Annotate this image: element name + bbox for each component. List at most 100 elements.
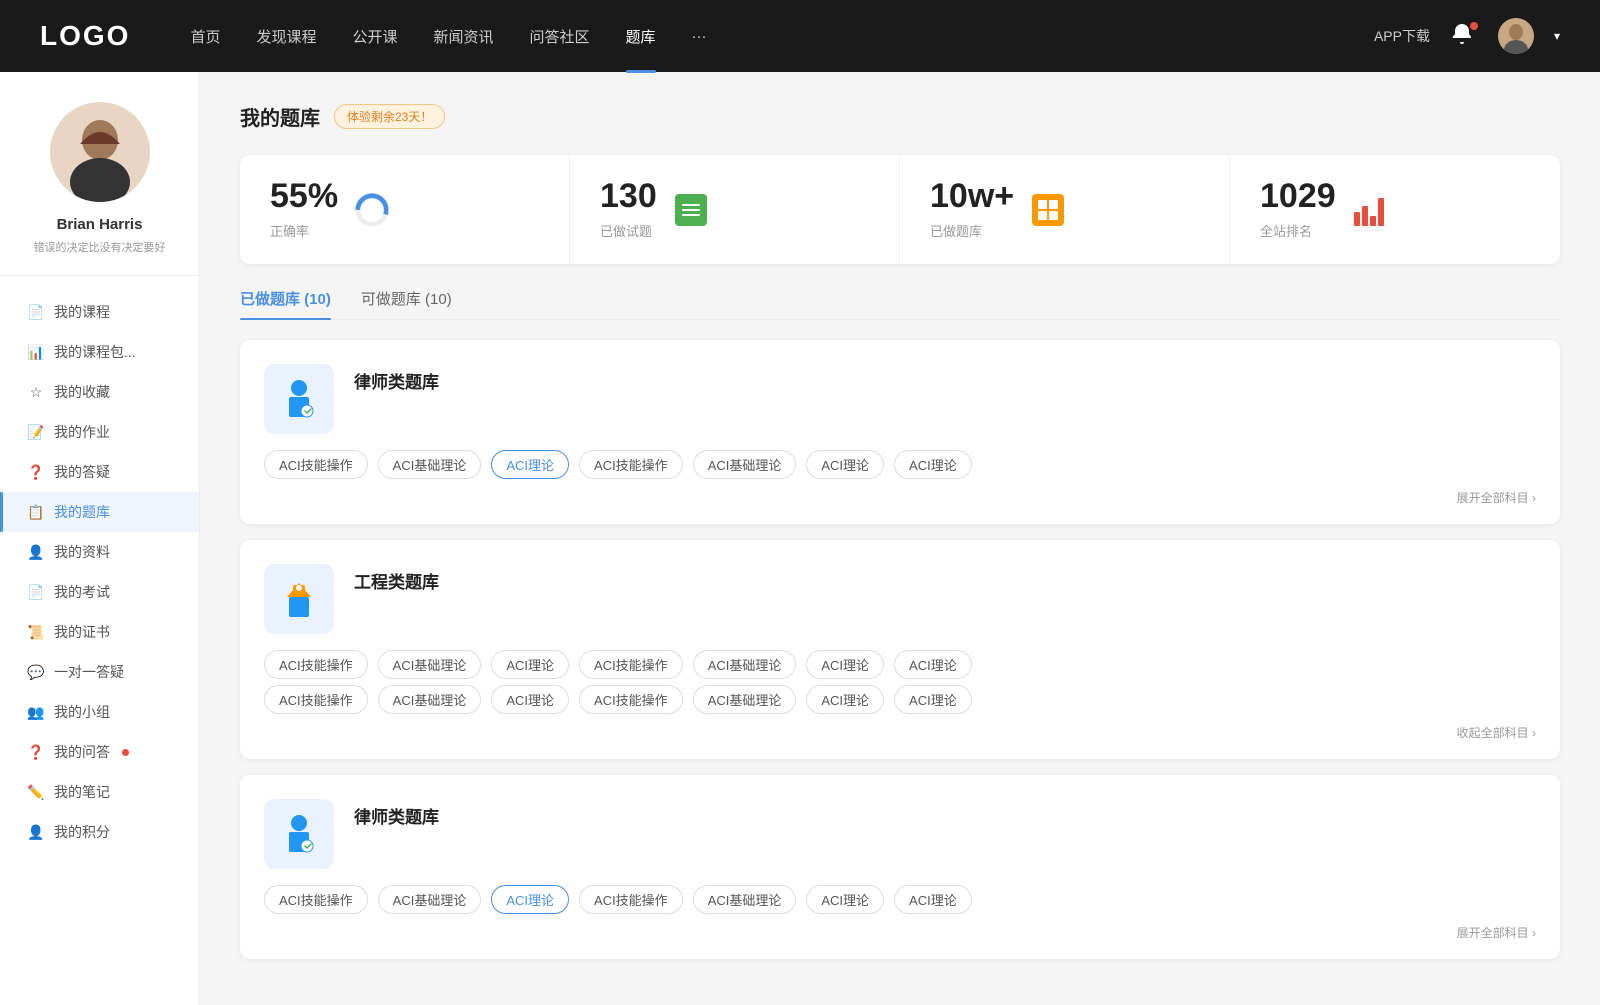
tag[interactable]: ACI理论 [894, 450, 972, 479]
topnav-menu-item[interactable]: 问答社区 [530, 22, 590, 51]
sidebar-item-label: 我的作业 [54, 422, 110, 442]
user-avatar[interactable] [1498, 18, 1534, 54]
sidebar-item[interactable]: ❓我的答疑 [0, 452, 199, 492]
tag[interactable]: ACI理论 [894, 885, 972, 914]
list-icon [675, 194, 707, 226]
topnav-menu-item[interactable]: 发现课程 [256, 22, 316, 51]
tag[interactable]: ACI理论 [491, 685, 569, 714]
tag[interactable]: ACI技能操作 [579, 450, 683, 479]
tag[interactable]: ACI基础理论 [378, 885, 482, 914]
qbank-icon-wrap [264, 564, 334, 634]
tag[interactable]: ACI理论 [806, 450, 884, 479]
tag[interactable]: ACI理论 [806, 650, 884, 679]
tag[interactable]: ACI基础理论 [378, 450, 482, 479]
tag[interactable]: ACI技能操作 [579, 650, 683, 679]
stat-card: 1029 全站排名 [1230, 155, 1560, 264]
engineer-icon [275, 575, 323, 623]
sidebar-item[interactable]: ❓我的问答 [0, 732, 199, 772]
tag[interactable]: ACI基础理论 [693, 685, 797, 714]
sidebar-item-label: 我的课程 [54, 302, 110, 322]
sidebar: Brian Harris 错误的决定比没有决定要好 📄 我的课程 📊我的课程包...… [0, 72, 200, 1005]
chart-icon [1354, 194, 1386, 226]
topnav-menu-item[interactable]: 公开课 [352, 22, 397, 51]
qbank-card: 律师类题库 ACI技能操作 ACI基础理论 ACI理论 ACI技能操作 ACI基础理论 A… [240, 775, 1560, 959]
sidebar-item-label: 我的课程包... [54, 342, 136, 362]
tag[interactable]: ACI技能操作 [264, 885, 368, 914]
tag[interactable]: ACI理论 [894, 685, 972, 714]
sidebar-item-label: 我的收藏 [54, 382, 110, 402]
sidebar-item-icon: 📝 [28, 424, 44, 440]
notification-dot [122, 749, 129, 756]
sidebar-item-icon: 👤 [28, 544, 44, 560]
sidebar-item-icon: 📋 [28, 504, 44, 520]
stat-card: 55% 正确率 [240, 155, 570, 264]
sidebar-item[interactable]: 📄 我的课程 [0, 292, 199, 332]
notification-bell[interactable] [1450, 22, 1478, 50]
expand-link[interactable]: 展开全部科目 › [264, 485, 1536, 508]
sidebar-item[interactable]: ☆我的收藏 [0, 372, 199, 412]
sidebar-item[interactable]: 📊我的课程包... [0, 332, 199, 372]
sidebar-item[interactable]: ✏️我的笔记 [0, 772, 199, 812]
sidebar-item[interactable]: 📜我的证书 [0, 612, 199, 652]
sidebar-item[interactable]: 📄我的考试 [0, 572, 199, 612]
tag[interactable]: ACI基础理论 [693, 650, 797, 679]
stat-text: 10w+ 已做题库 [930, 179, 1014, 240]
app-download-link[interactable]: APP下载 [1374, 26, 1430, 46]
topnav-menu-item[interactable]: ··· [692, 24, 707, 49]
sidebar-item-label: 我的证书 [54, 622, 110, 642]
topnav-menu-item[interactable]: 首页 [190, 22, 220, 51]
stat-icon [354, 192, 390, 228]
sidebar-item-label: 我的答疑 [54, 462, 110, 482]
expand-link[interactable]: 收起全部科目 › [264, 720, 1536, 743]
tag[interactable]: ACI技能操作 [264, 685, 368, 714]
tag[interactable]: ACI技能操作 [579, 885, 683, 914]
tag[interactable]: ACI技能操作 [264, 650, 368, 679]
user-dropdown-arrow[interactable]: ▾ [1554, 29, 1560, 43]
notification-dot [1470, 22, 1478, 30]
qbank-header: 工程类题库 [264, 564, 1536, 634]
tag[interactable]: ACI理论 [806, 685, 884, 714]
stat-label: 已做试题 [600, 221, 657, 240]
page-title-row: 我的题库 体验剩余23天！ [240, 102, 1560, 131]
tag[interactable]: ACI基础理论 [693, 885, 797, 914]
sidebar-menu: 📄我的课程📊我的课程包...☆我的收藏📝我的作业❓我的答疑📋我的题库👤我的资料📄… [0, 286, 199, 858]
topnav-menu-item[interactable]: 新闻资讯 [434, 22, 494, 51]
sidebar-item[interactable]: 📋我的题库 [0, 492, 199, 532]
tag[interactable]: ACI技能操作 [264, 450, 368, 479]
topnav-menu-item[interactable]: 题库 [626, 22, 656, 51]
qbank-info: 律师类题库 [354, 799, 439, 828]
tag[interactable]: ACI理论 [894, 650, 972, 679]
sidebar-item[interactable]: 👤我的积分 [0, 812, 199, 852]
stat-card: 10w+ 已做题库 [900, 155, 1230, 264]
tab-item[interactable]: 已做题库 (10) [240, 288, 331, 319]
stat-value: 55% [270, 179, 338, 213]
tag[interactable]: ACI技能操作 [579, 685, 683, 714]
sidebar-item[interactable]: 💬一对一答疑 [0, 652, 199, 692]
topnav-menu: 首页 发现课程 公开课 新闻资讯 问答社区 题库 ··· [190, 22, 1374, 51]
tag[interactable]: ACI理论 [491, 450, 569, 479]
qbanks-container: 律师类题库 ACI技能操作ACI基础理论ACI理论ACI技能操作ACI基础理论A… [240, 340, 1560, 959]
tab-item[interactable]: 可做题库 (10) [361, 288, 452, 319]
qbank-info: 律师类题库 [354, 364, 439, 393]
tag[interactable]: ACI基础理论 [378, 685, 482, 714]
sidebar-item[interactable]: 📝 我的作业 [0, 412, 199, 452]
stat-label: 正确率 [270, 221, 338, 240]
sidebar-item-icon: 💬 [28, 664, 44, 680]
tags-row: ACI技能操作 ACI基础理论 ACI理论 ACI技能操作 ACI基础理论 ACI理论 AC… [264, 650, 1536, 679]
tags-second-row: ACI技能操作 ACI基础理论 ACI理论 ACI技能操作 ACI基础理论 ACI理论 AC… [264, 685, 1536, 714]
sidebar-item[interactable]: 👤我的资料 [0, 532, 199, 572]
qbank-icon-wrap [264, 364, 334, 434]
qbank-header: 律师类题库 [264, 364, 1536, 434]
sidebar-item[interactable]: 👥我的小组 [0, 692, 199, 732]
stat-text: 1029 全站排名 [1260, 179, 1336, 240]
stat-card: 130 已做试题 [570, 155, 900, 264]
sidebar-item-icon: 📄 [28, 304, 44, 320]
tag[interactable]: ACI理论 [806, 885, 884, 914]
tag[interactable]: ACI理论 [491, 650, 569, 679]
sidebar-item-icon: 📄 [28, 584, 44, 600]
expand-link[interactable]: 展开全部科目 › [264, 920, 1536, 943]
sidebar-profile: Brian Harris 错误的决定比没有决定要好 [0, 102, 199, 276]
tag[interactable]: ACI理论 [491, 885, 569, 914]
tag[interactable]: ACI基础理论 [378, 650, 482, 679]
tag[interactable]: ACI基础理论 [693, 450, 797, 479]
